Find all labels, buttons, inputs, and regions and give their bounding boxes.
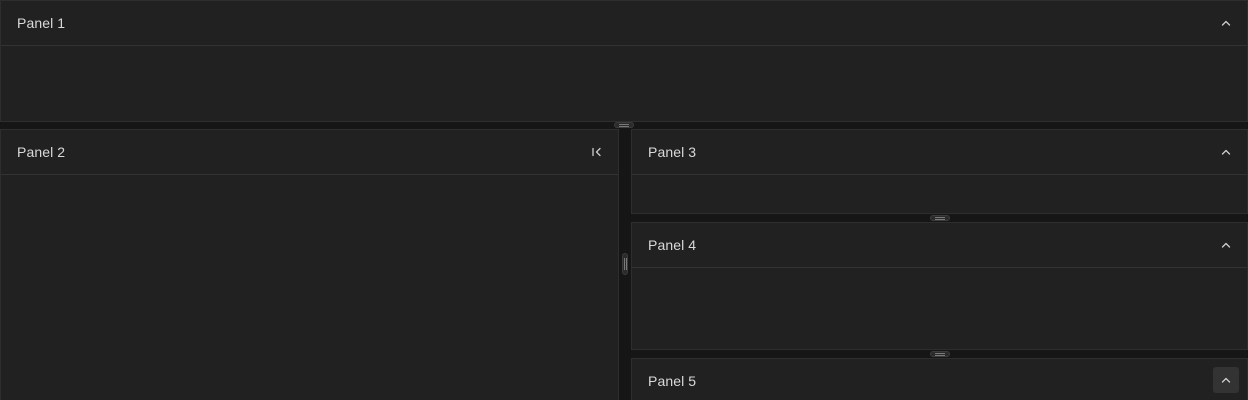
panel-2: Panel 2 xyxy=(0,129,619,400)
panel-2-header[interactable]: Panel 2 xyxy=(1,130,618,175)
resize-handle-horizontal-top[interactable] xyxy=(614,122,634,128)
panel-4: Panel 4 xyxy=(631,222,1248,350)
resize-handle-vertical[interactable] xyxy=(622,253,628,275)
resize-handle-horizontal-panel4-panel5[interactable] xyxy=(930,351,950,357)
panel-1-title: Panel 1 xyxy=(17,15,66,31)
panel-1-header[interactable]: Panel 1 xyxy=(1,1,1247,46)
panel-5: Panel 5 xyxy=(631,358,1248,400)
chevron-up-icon xyxy=(1221,242,1231,248)
resize-handle-horizontal-panel3-panel4[interactable] xyxy=(930,215,950,221)
panel-4-header[interactable]: Panel 4 xyxy=(632,223,1247,268)
panel-1: Panel 1 xyxy=(0,0,1248,122)
panel-layout: Panel 1 Panel 2 Panel 3 Panel 4 Panel 5 xyxy=(0,0,1248,400)
chevron-up-icon xyxy=(1221,149,1231,155)
panel-3: Panel 3 xyxy=(631,129,1248,214)
collapse-left-icon xyxy=(592,147,601,157)
panel-2-title: Panel 2 xyxy=(17,144,66,160)
panel-3-title: Panel 3 xyxy=(648,144,697,160)
panel-3-header[interactable]: Panel 3 xyxy=(632,130,1247,175)
chevron-up-icon xyxy=(1221,20,1231,26)
panel-5-title: Panel 5 xyxy=(648,373,697,389)
panel-2-collapse-button[interactable] xyxy=(584,139,610,165)
panel-1-collapse-button[interactable] xyxy=(1213,10,1239,36)
panel-5-collapse-button[interactable] xyxy=(1213,367,1239,393)
panel-4-collapse-button[interactable] xyxy=(1213,232,1239,258)
chevron-up-icon xyxy=(1221,377,1231,383)
panel-4-title: Panel 4 xyxy=(648,237,697,253)
panel-3-collapse-button[interactable] xyxy=(1213,139,1239,165)
panel-5-header[interactable]: Panel 5 xyxy=(632,359,1247,400)
